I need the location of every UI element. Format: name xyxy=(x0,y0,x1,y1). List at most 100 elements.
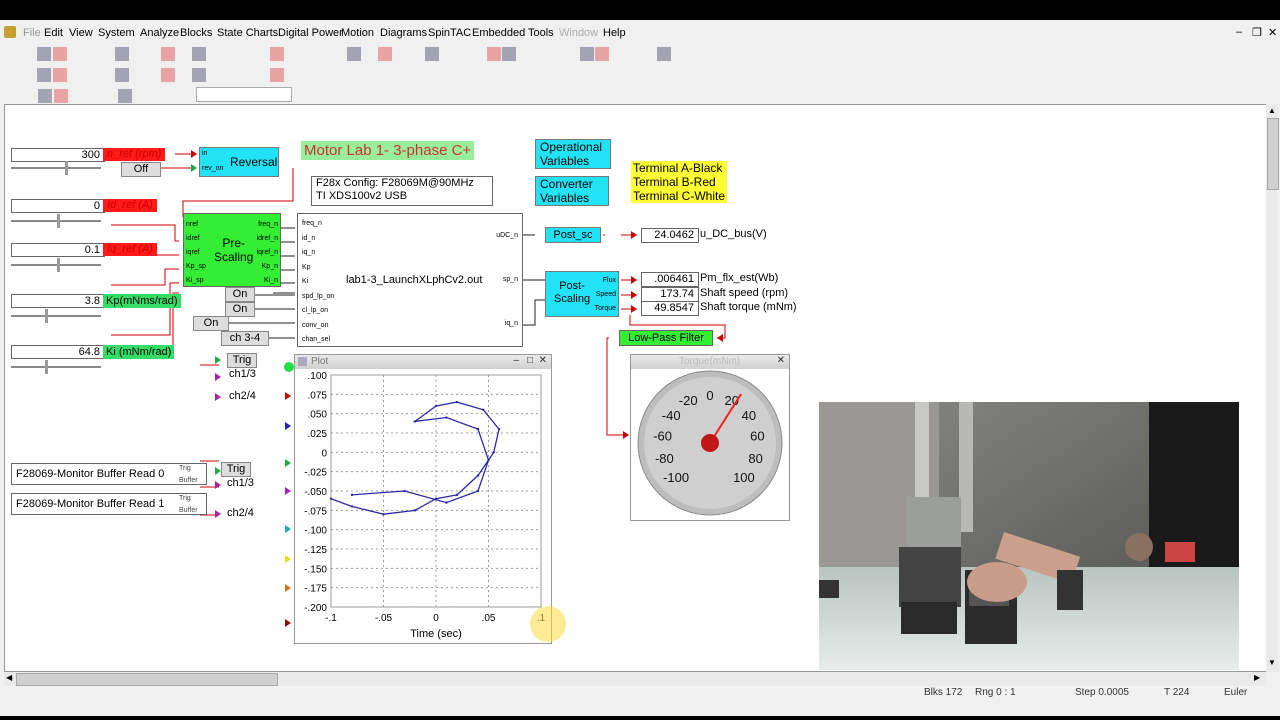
toolbar-button-icon[interactable] xyxy=(471,47,485,61)
toolbar-button-icon[interactable] xyxy=(456,47,470,61)
toolbar-button-icon[interactable] xyxy=(440,47,454,61)
toolbar-button-icon[interactable] xyxy=(68,47,82,61)
toolbar-button-icon[interactable] xyxy=(301,68,315,82)
toolbar-button-icon[interactable] xyxy=(146,68,160,82)
toolbar-button-icon[interactable] xyxy=(86,89,100,103)
toolbar-button-icon[interactable] xyxy=(673,47,687,61)
menu-embedded[interactable]: Embedded xyxy=(472,27,525,39)
toolbar-button-icon[interactable] xyxy=(114,47,129,61)
toolbar-button-icon[interactable] xyxy=(642,47,656,61)
toolbar-button-icon[interactable] xyxy=(332,68,346,82)
toolbar-button-icon[interactable] xyxy=(626,47,640,61)
minimize-icon[interactable]: – xyxy=(1236,26,1242,38)
menu-diagrams[interactable]: Diagrams xyxy=(380,27,427,39)
toolbar-button-icon[interactable] xyxy=(269,68,284,82)
menu-state-charts[interactable]: State Charts xyxy=(217,27,278,39)
menu-view[interactable]: View xyxy=(69,27,93,39)
toolbar-button-icon[interactable] xyxy=(657,47,671,61)
monitor-buffer-0[interactable]: F28069-Monitor Buffer Read 0 xyxy=(11,463,207,485)
reversal-block[interactable]: Reversal in rev_on xyxy=(199,147,279,177)
toolbar-button-icon[interactable] xyxy=(192,68,206,82)
toolbar-button-icon[interactable] xyxy=(99,47,113,61)
gauge-titlebar[interactable]: Torque(mNm) ✕ xyxy=(631,355,789,369)
toolbar-button-icon[interactable] xyxy=(192,47,206,61)
menu-blocks[interactable]: Blocks xyxy=(180,27,212,39)
kp-slider[interactable] xyxy=(11,309,101,323)
toolbar-button-icon[interactable] xyxy=(22,68,36,82)
toolbar-button-icon[interactable] xyxy=(363,47,377,61)
toolbar-button-icon[interactable] xyxy=(84,68,98,82)
toolbar-button-icon[interactable] xyxy=(52,47,67,61)
toolbar-button-icon[interactable] xyxy=(254,47,268,61)
toolbar-button-icon[interactable] xyxy=(6,68,20,82)
horizontal-scroll-thumb[interactable] xyxy=(16,673,278,686)
toolbar-button-icon[interactable] xyxy=(130,68,144,82)
toolbar-button-icon[interactable] xyxy=(239,68,253,82)
toolbar-button-icon[interactable] xyxy=(22,47,36,61)
toolbar-button-icon[interactable] xyxy=(208,47,222,61)
vertical-scrollbar[interactable]: ▲ ▼ xyxy=(1266,104,1279,672)
close-icon[interactable]: ✕ xyxy=(1268,26,1277,39)
menu-file[interactable]: File xyxy=(23,27,41,39)
scroll-left-icon[interactable]: ◀ xyxy=(6,673,12,682)
toolbar-button-icon[interactable] xyxy=(99,68,113,82)
menu-motion[interactable]: Motion xyxy=(341,27,374,39)
idref-input[interactable]: 0 xyxy=(11,199,105,213)
restore-icon[interactable]: ❐ xyxy=(1252,26,1262,39)
app-icon[interactable] xyxy=(4,26,16,38)
horizontal-scrollbar[interactable]: ◀ ▶ xyxy=(4,672,1266,686)
lowpass-filter-block[interactable]: Low-Pass Filter xyxy=(619,330,713,346)
toolbar-button-icon[interactable] xyxy=(595,47,609,61)
toolbar-button-icon[interactable] xyxy=(6,47,20,61)
channel-select[interactable]: ch 3-4 xyxy=(221,331,269,346)
toolbar-button-icon[interactable] xyxy=(161,68,175,82)
toolbar-button-icon[interactable] xyxy=(347,47,361,61)
toolbar-button-icon[interactable] xyxy=(316,47,330,61)
menu-edit[interactable]: Edit xyxy=(44,27,63,39)
toolbar-button-icon[interactable] xyxy=(177,47,191,61)
toolbar-button-icon[interactable] xyxy=(177,68,191,82)
menu-system[interactable]: System xyxy=(98,27,135,39)
toolbar-button-icon[interactable] xyxy=(37,68,51,82)
menu-window[interactable]: Window xyxy=(559,27,598,39)
toolbar-button-icon[interactable] xyxy=(208,68,222,82)
vertical-scroll-thumb[interactable] xyxy=(1267,118,1279,190)
launch-block[interactable]: lab1-3_LaunchXLphCv2.out freq_n id_n iq_n K… xyxy=(297,213,523,347)
toolbar-button-icon[interactable] xyxy=(332,47,346,61)
scroll-down-icon[interactable]: ▼ xyxy=(1268,658,1276,667)
toolbar-button-icon[interactable] xyxy=(378,47,392,61)
toolbar-button-icon[interactable] xyxy=(52,68,67,82)
scroll-up-icon[interactable]: ▲ xyxy=(1268,106,1276,115)
ki-slider[interactable] xyxy=(11,360,101,374)
menu-analyze[interactable]: Analyze xyxy=(140,27,179,39)
kp-input[interactable]: 3.8 xyxy=(11,294,105,308)
menu-help[interactable]: Help xyxy=(603,27,626,39)
nref-input[interactable]: 300 xyxy=(11,148,105,162)
toolbar-button-icon[interactable] xyxy=(579,47,594,61)
toolbar-button-icon[interactable] xyxy=(301,47,315,61)
menu-spintac[interactable]: SpinTAC xyxy=(428,27,471,39)
toolbar-button-icon[interactable] xyxy=(533,47,547,61)
toolbar-button-icon[interactable] xyxy=(70,89,84,103)
prescaling-block[interactable]: Pre- Scaling nref idref iqref Kp_sp Ki_sp fr… xyxy=(183,213,281,287)
ki-input[interactable]: 64.8 xyxy=(11,345,105,359)
post-scaling-block[interactable]: Post- Scaling Flux Speed Torque xyxy=(545,271,619,317)
toolbar-button-icon[interactable] xyxy=(285,47,299,61)
off-button[interactable]: Off xyxy=(121,162,161,177)
iqref-input[interactable]: 0.1 xyxy=(11,243,105,257)
trig-button-1[interactable]: Trig xyxy=(227,353,257,368)
toolbar-button-icon[interactable] xyxy=(409,47,423,61)
toolbar-button-icon[interactable] xyxy=(564,47,578,61)
plot-titlebar[interactable]: Plot – □ ✕ xyxy=(295,355,551,369)
gauge-window[interactable]: Torque(mNm) ✕ -100 -80 -60 -40 -20 0 20 40 60 80 1… xyxy=(630,354,790,521)
idref-slider[interactable] xyxy=(11,214,101,228)
iqref-slider[interactable] xyxy=(11,258,101,272)
toolbar-button-icon[interactable] xyxy=(22,89,36,103)
plot-maximize-icon[interactable]: □ xyxy=(527,355,533,366)
toolbar-button-icon[interactable] xyxy=(38,89,52,103)
toolbar-button-icon[interactable] xyxy=(239,47,253,61)
toolbar-button-icon[interactable] xyxy=(102,89,116,103)
gauge-close-icon[interactable]: ✕ xyxy=(777,355,785,366)
monitor-buffer-1[interactable]: F28069-Monitor Buffer Read 1 xyxy=(11,493,207,515)
toolbar-button-icon[interactable] xyxy=(37,47,51,61)
